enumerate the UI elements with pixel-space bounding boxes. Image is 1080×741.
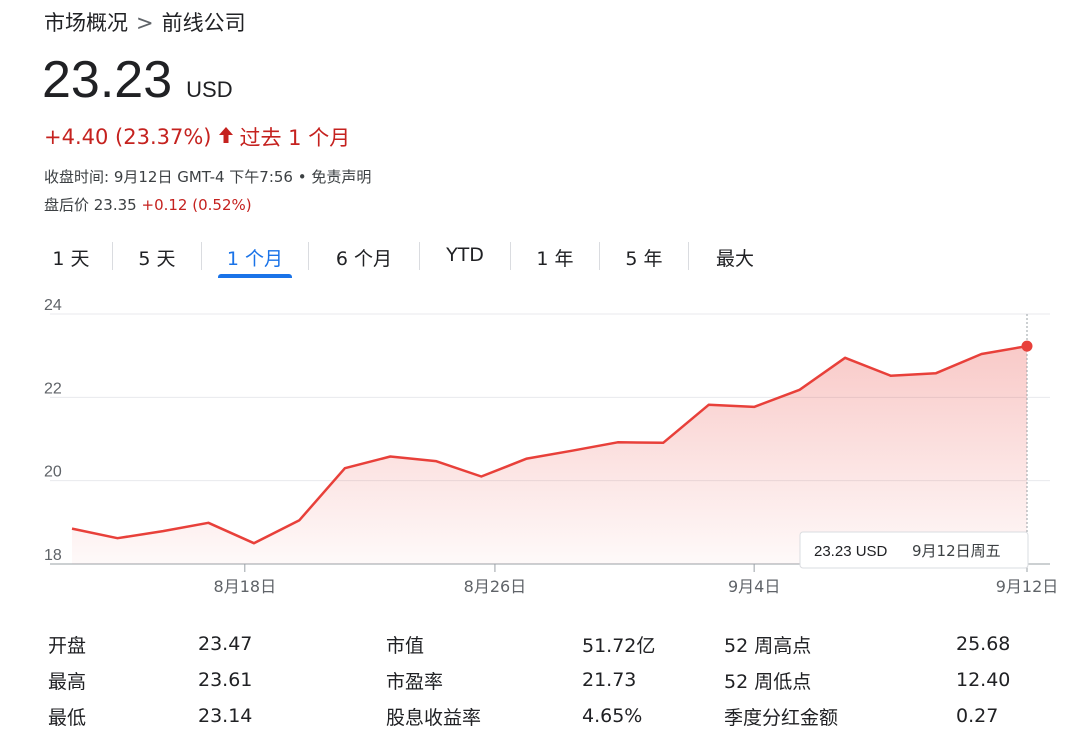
x-tick-label: 8月26日	[464, 577, 527, 596]
stat-value: 23.14	[198, 705, 386, 727]
stats-row: 最低23.14股息收益率4.65%季度分红金额0.27	[48, 698, 1048, 734]
tab-1d[interactable]: 1 天	[30, 236, 112, 280]
tab-ytd[interactable]: YTD	[420, 236, 510, 280]
currency-label: USD	[186, 77, 232, 103]
last-price-dot	[1022, 341, 1033, 352]
tab-5y[interactable]: 5 年	[600, 236, 688, 280]
price-change: +4.40 (23.37%)	[44, 125, 212, 149]
tab-5d[interactable]: 5 天	[113, 236, 201, 280]
breadcrumb-current: 前线公司	[162, 11, 246, 35]
x-tick-label: 8月18日	[214, 577, 277, 596]
y-tick-label: 24	[44, 297, 62, 314]
stat-value: 12.40	[956, 669, 1046, 691]
price-change-row: +4.40 (23.37%) 过去 1 个月	[44, 122, 350, 152]
stat-label: 52 周高点	[724, 631, 956, 658]
stat-label: 开盘	[48, 631, 198, 658]
price-value: 23.23	[42, 54, 172, 106]
breadcrumb-root-link[interactable]: 市场概况	[44, 11, 128, 35]
price-row: 23.23 USD	[42, 54, 233, 106]
change-period: 过去 1 个月	[240, 122, 351, 152]
stat-label: 季度分红金额	[724, 703, 956, 730]
after-hours-change: +0.12 (0.52%)	[142, 196, 252, 214]
stat-value: 0.27	[956, 705, 1046, 727]
breadcrumb-separator: >	[136, 11, 154, 35]
tab-1m[interactable]: 1 个月	[218, 236, 292, 280]
stat-label: 市值	[386, 631, 582, 658]
stats-row: 开盘23.47市值51.72亿52 周高点25.68	[48, 626, 1048, 662]
y-tick-label: 22	[44, 380, 62, 397]
price-chart[interactable]: 24 22 20 18 8月18日 8月26日 9月4日 9月12日 23.23 USD 9…	[0, 296, 1080, 606]
stat-value: 23.61	[198, 669, 386, 691]
x-tick-label: 9月4日	[728, 577, 780, 596]
disclaimer-link[interactable]: 免责声明	[311, 168, 371, 186]
stat-label: 最低	[48, 703, 198, 730]
chart-tooltip: 23.23 USD 9月12日周五	[800, 532, 1028, 568]
stat-label: 最高	[48, 667, 198, 694]
stats-row: 最高23.61市盈率21.7352 周低点12.40	[48, 662, 1048, 698]
range-tabs: 1 天 5 天 1 个月 6 个月 YTD 1 年 5 年 最大	[30, 236, 781, 280]
after-hours-row: 盘后价 23.35 +0.12 (0.52%)	[44, 194, 252, 215]
stat-label: 市盈率	[386, 667, 582, 694]
stat-value: 25.68	[956, 633, 1046, 655]
y-tick-label: 20	[44, 464, 62, 481]
tab-6m[interactable]: 6 个月	[309, 236, 419, 280]
close-time: 收盘时间: 9月12日 GMT-4 下午7:56	[44, 168, 293, 186]
tab-max[interactable]: 最大	[689, 236, 781, 280]
stat-value: 51.72亿	[582, 631, 724, 658]
breadcrumb: 市场概况 > 前线公司	[44, 7, 246, 37]
stat-value: 4.65%	[582, 705, 724, 727]
x-tick-label: 9月12日	[996, 577, 1059, 596]
stat-label: 股息收益率	[386, 703, 582, 730]
arrow-up-icon	[218, 126, 234, 149]
stat-label: 52 周低点	[724, 667, 956, 694]
tooltip-date: 9月12日周五	[912, 542, 1001, 560]
bullet-separator: •	[298, 168, 307, 186]
after-hours-price: 盘后价 23.35	[44, 196, 137, 214]
stat-value: 23.47	[198, 633, 386, 655]
close-time-row: 收盘时间: 9月12日 GMT-4 下午7:56 • 免责声明	[44, 166, 371, 187]
stat-value: 21.73	[582, 669, 724, 691]
tab-1y[interactable]: 1 年	[511, 236, 599, 280]
tooltip-value: 23.23 USD	[814, 543, 888, 560]
y-tick-label: 18	[44, 547, 62, 564]
stats-table: 开盘23.47市值51.72亿52 周高点25.68最高23.61市盈率21.7…	[48, 626, 1048, 734]
